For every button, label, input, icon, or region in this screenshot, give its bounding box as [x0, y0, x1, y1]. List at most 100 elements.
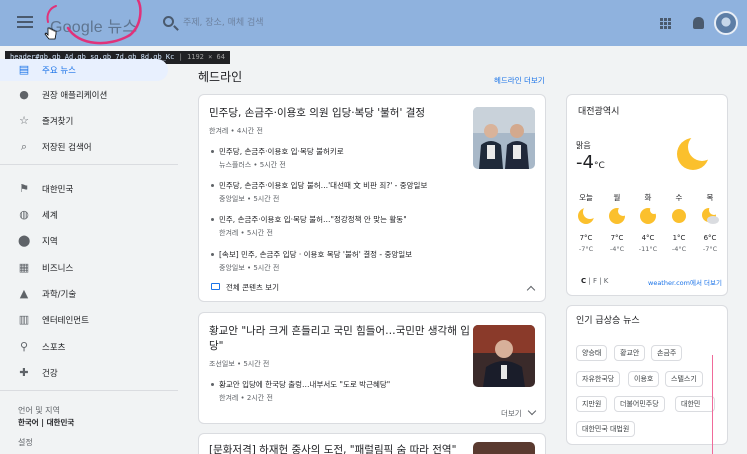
forecast-day: 오늘 [579, 193, 593, 202]
star-icon: ☆ [19, 114, 29, 127]
bullet [211, 184, 214, 187]
language-region-title[interactable]: 언어 및 지역 [18, 405, 60, 416]
weather-condition: 맑음 [576, 141, 591, 150]
temperature-unit: °C [593, 161, 605, 171]
flask-icon: ▲ [19, 287, 29, 300]
story-thumbnail-image[interactable] [473, 442, 535, 454]
story-thumbnail-image[interactable] [473, 107, 535, 169]
story-meta: 한겨레 • 4시간 전 [209, 127, 263, 135]
collapse-chevron-icon[interactable] [526, 285, 536, 295]
forecast-high: 1°C [672, 234, 686, 242]
unit-celsius[interactable]: C [581, 277, 586, 285]
story-card: 민주당, 손금주·이용호 의원 입당·복당 '불허' 결정 한겨레 • 4시간 … [198, 94, 546, 302]
more-link[interactable]: 더보기 [501, 408, 522, 419]
trending-chip[interactable]: 대한민국 대법원 [576, 421, 636, 437]
story-title[interactable]: [문화저격] 하재헌 중사의 도전, "패럴림픽 숨 따라 전역" [209, 443, 471, 454]
weather-source-link[interactable]: weather.com에서 더보기 [648, 277, 722, 287]
menu-icon[interactable] [17, 16, 33, 28]
sidebar-item-korea[interactable]: ⚑ 대한민국 [0, 178, 168, 200]
forecast-high: 6°C [703, 234, 717, 242]
bullet [211, 150, 214, 153]
full-coverage-link[interactable]: 전체 콘텐츠 보기 [226, 282, 279, 293]
related-story-title[interactable]: [속보] 민주, 손금주 입당 · 이용호 복당 '불허' 결정 - 중앙일보 [219, 249, 412, 260]
trending-chip[interactable]: 지만원 [576, 396, 608, 412]
trending-title: 인기 급상승 뉴스 [576, 316, 640, 326]
sidebar-item-local[interactable]: ⬤ 지역 [0, 230, 168, 252]
expand-chevron-icon[interactable] [527, 406, 537, 416]
search-box[interactable] [155, 8, 625, 38]
related-story-meta: 한겨레 • 5시간 전 [219, 229, 273, 237]
notifications-icon[interactable] [693, 17, 704, 29]
pink-annotation-line [712, 355, 713, 454]
sidebar-item-business[interactable]: ▦ 비즈니스 [0, 257, 168, 279]
sidebar-item-world[interactable]: ◍ 세계 [0, 204, 168, 226]
sun-icon [609, 207, 626, 224]
sidebar-item-label: 세계 [42, 211, 58, 221]
building-icon: ▦ [18, 261, 30, 274]
related-story-title[interactable]: 민주당, 손금주·이용호 입당 불허…'대선때 文 비판 죄?' - 중앙일보 [219, 180, 427, 191]
forecast-day: 월 [613, 193, 621, 202]
sidebar-item-saved-searches[interactable]: ⌕ 저장된 검색어 [0, 136, 168, 158]
apps-grid-icon[interactable] [660, 18, 671, 29]
more-headlines-link[interactable]: 헤드라인 더보기 [494, 75, 545, 86]
sidebar-item-label: 비즈니스 [42, 264, 74, 274]
sidebar-item-health[interactable]: ✚ 건강 [0, 362, 168, 384]
story-card: [문화저격] 하재헌 중사의 도전, "패럴림픽 숨 따라 전역" [198, 433, 546, 454]
forecast-low: -7°C [578, 245, 594, 253]
settings-link[interactable]: 설정 [18, 437, 33, 448]
sun-icon [672, 209, 686, 223]
sidebar-divider [0, 390, 178, 391]
search-input[interactable] [183, 14, 603, 32]
forecast-low: -4°C [609, 245, 625, 253]
full-coverage-icon [211, 283, 220, 290]
trending-chip[interactable]: 양승태 [576, 345, 608, 361]
language-region-value[interactable]: 한국어 | 대한민국 [18, 417, 74, 428]
person-icon: ● [19, 88, 29, 101]
unit-kelvin[interactable]: K [604, 277, 609, 285]
unit-switcher: C | F | K [581, 277, 609, 285]
temperature-value: -4 [576, 152, 594, 173]
sidebar-item-label: 건강 [42, 369, 58, 379]
trending-chip[interactable]: 더불어민주당 [614, 396, 665, 412]
account-avatar[interactable] [714, 11, 738, 35]
forecast-day: 화 [644, 193, 652, 202]
hand-cursor-icon [44, 27, 57, 40]
sidebar-item-label: 엔터테인먼트 [42, 316, 89, 326]
trending-chip[interactable]: 자유한국당 [576, 371, 621, 387]
related-story-meta: 중앙일보 • 5시간 전 [219, 264, 280, 272]
forecast-day: 수 [675, 193, 683, 202]
trending-chip[interactable]: 황교안 [614, 345, 646, 361]
story-title[interactable]: 민주당, 손금주·이용호 의원 입당·복당 '불허' 결정 [209, 106, 469, 121]
sidebar-item-top-stories[interactable]: ▤ 주요 뉴스 [0, 59, 168, 81]
search-icon[interactable] [163, 16, 174, 27]
news-icon: ▤ [18, 63, 30, 76]
bullet [211, 218, 214, 221]
related-story-title[interactable]: 황교안 입당에 한국당 출렁…내부서도 "도로 박근혜당" [219, 379, 390, 390]
bullet [211, 383, 214, 386]
related-story-meta: 뉴스플러스 • 5시간 전 [219, 161, 286, 169]
location-icon: ⬤ [18, 234, 31, 247]
trending-chip[interactable]: 손금주 [651, 345, 683, 361]
forecast-day: 목 [706, 193, 714, 202]
sidebar-item-entertainment[interactable]: ▥ 엔터테인먼트 [0, 309, 168, 331]
related-story-title[interactable]: 민주당, 손금주·이용호 입·복당 불허키로 [219, 146, 344, 157]
sidebar-item-label: 주요 뉴스 [42, 66, 76, 76]
sidebar-item-favorites[interactable]: ☆ 즐겨찾기 [0, 110, 168, 132]
weather-city[interactable]: 대전광역시 [578, 104, 619, 117]
sidebar-item-label: 권장 애플리케이션 [42, 91, 108, 101]
sidebar-item-science-tech[interactable]: ▲ 과학/기술 [0, 283, 168, 305]
story-title[interactable]: 황교안 "나라 크게 흔들리고 국민 힘들어…국민만 생각해 입당" [209, 324, 471, 354]
sidebar-item-sports[interactable]: ⚲ 스포츠 [0, 336, 168, 358]
story-thumbnail-image[interactable] [473, 325, 535, 387]
sidebar-item-for-you[interactable]: ● 권장 애플리케이션 [0, 84, 168, 106]
story-meta: 조선일보 • 5시간 전 [209, 360, 270, 368]
unit-fahrenheit[interactable]: F [593, 277, 597, 285]
trending-chip[interactable]: 대한민 [675, 396, 715, 412]
trending-chip[interactable]: 스텔스기 [665, 371, 703, 387]
related-story-title[interactable]: 민주, 손금주·이용호 입·복당 불허…"정강정책 안 맞는 활동" [219, 214, 407, 225]
story-card: 황교안 "나라 크게 흔들리고 국민 힘들어…국민만 생각해 입당" 조선일보 … [198, 312, 546, 424]
forecast-low: -11°C [638, 245, 658, 253]
trending-chip[interactable]: 이용호 [628, 371, 660, 387]
sidebar-item-label: 과학/기술 [42, 290, 77, 300]
related-story-meta: 한겨레 • 2시간 전 [219, 394, 273, 402]
